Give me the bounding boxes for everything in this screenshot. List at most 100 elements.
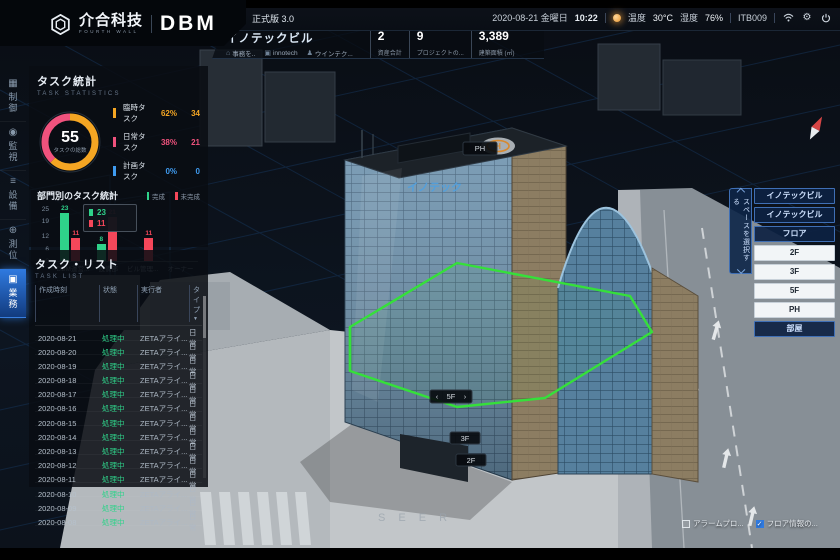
floor-tag-5f[interactable]: ‹ 5F › (430, 390, 472, 403)
cell-date: 2020-08-12 (35, 461, 99, 470)
overlay-toggle-label: フロア情報の... (767, 518, 818, 529)
floor-button-イノテックビル[interactable]: イノテックビル (754, 207, 835, 223)
table-row[interactable]: 2020-08-21処理中ZETAアライ...日常 (35, 327, 202, 341)
task-list-panel: タスク・リスト TASK LIST 作成時刻状態実行者タイプ ▼ 2020-08… (29, 250, 208, 487)
task-table-header: 作成時刻状態実行者タイプ ▼ (35, 285, 202, 326)
tooltip-value: 23 (97, 208, 106, 217)
cell-date: 2020-08-09 (35, 504, 99, 513)
letterbox (0, 548, 840, 560)
cell-status: 処理中 (99, 403, 137, 414)
column-header-作成時刻[interactable]: 作成時刻 (35, 285, 99, 322)
legend-row: 計画タスク0%0 (113, 160, 200, 182)
legend-count: 34 (182, 109, 200, 118)
building-tag-label: innotech (273, 50, 298, 57)
building-stats: 2資産合計9プロジェクトの...3,389建築面積 (㎡) (363, 30, 515, 58)
column-header-タイプ[interactable]: タイプ ▼ (189, 285, 202, 322)
building-title: イノテックビル (226, 30, 353, 46)
building-icon: ⌂ (226, 50, 230, 57)
building-tags: ⌂事務を.. ▣innotech ♟ウインテク... (226, 48, 353, 58)
cell-date: 2020-08-13 (35, 447, 99, 456)
version-label: 正式版 3.0 (252, 12, 294, 25)
cell-executor: ZETAアライ... (137, 517, 189, 528)
cell-status: 処理中 (99, 460, 137, 471)
sidebar-item-label: 設備 (7, 190, 20, 212)
legend-count: 21 (182, 138, 200, 147)
cell-date: 2020-08-19 (35, 362, 99, 371)
floor-button-部屋[interactable]: 部屋 (754, 321, 835, 337)
column-header-状態[interactable]: 状態 (99, 285, 137, 322)
date-label: 2020-08-21 金曜日 (492, 11, 568, 24)
brand-logo: 介合科技 FOURTH WALL DBM (50, 12, 217, 36)
cell-executor: ZETAアライ... (137, 446, 189, 457)
cell-status: 処理中 (99, 361, 137, 372)
building-stat-label: 資産合計 (378, 48, 402, 57)
building-stat-label: プロジェクトの... (417, 48, 464, 57)
dept-legend-item: 完成 (147, 191, 166, 201)
company-name: 介合科技 (79, 14, 143, 28)
y-axis-tick: 12 (37, 233, 49, 240)
legend-label: 計画タスク (123, 160, 148, 182)
bar-value-label: 8 (99, 236, 103, 243)
task-legend: 臨時タスク62%34日常タスク38%21計画タスク0%0 (113, 102, 200, 182)
building-tag: ♟ウインテク... (307, 48, 353, 58)
cell-executor: ZETAアライ... (137, 503, 189, 514)
column-header-実行者[interactable]: 実行者 (137, 285, 189, 322)
sidebar-item-監視[interactable]: ◉監視 (0, 122, 26, 171)
legend-label: 臨時タスク (123, 102, 148, 124)
floor-tag-ph[interactable]: PH (463, 142, 497, 155)
checked-checkbox-icon[interactable]: ✓ (756, 520, 764, 528)
product-name: DBM (160, 12, 217, 36)
svg-text:PH: PH (475, 144, 485, 153)
floor-button-2F[interactable]: 2F (754, 245, 835, 261)
svg-text:2F: 2F (467, 456, 476, 465)
gear-icon[interactable]: ⚙ (801, 12, 813, 24)
legend-percent: 38% (153, 138, 177, 147)
sort-icon: ▼ (193, 316, 198, 322)
building-tag: ⌂事務を.. (226, 48, 255, 58)
floor-tag-2f[interactable]: 2F (456, 454, 486, 466)
building-stat-label: 建築面積 (㎡) (479, 48, 515, 57)
list-icon: ≡ (10, 177, 16, 187)
floor-button-5F[interactable]: 5F (754, 283, 835, 299)
wifi-icon[interactable] (782, 12, 794, 24)
overlay-toggle-フロア情報の...[interactable]: ✓フロア情報の... (756, 518, 818, 529)
legend-percent: 0% (153, 167, 177, 176)
panel-title: タスク統計 (37, 73, 200, 89)
sidebar-item-測位[interactable]: ⊕測位 (0, 220, 26, 269)
locate-icon: ⊕ (9, 226, 17, 236)
building-tag: ▣innotech (264, 48, 297, 58)
dept-chart-legend: 完成未完成 (147, 191, 201, 201)
unchecked-checkbox-icon[interactable] (682, 520, 690, 528)
chart-tooltip: 2311 (83, 204, 137, 232)
cell-date: 2020-08-16 (35, 404, 99, 413)
legend-marker (113, 108, 116, 118)
space-selector-tab[interactable]: スペースを選択する (729, 188, 752, 274)
tooltip-row: 11 (89, 219, 131, 228)
cell-status: 処理中 (99, 375, 137, 386)
floor-button-フロア[interactable]: フロア (754, 226, 835, 242)
overlay-toggles: アラームプロ... ✓フロア情報の... (682, 518, 818, 529)
sidebar-item-設備[interactable]: ≡ 設備 (0, 171, 26, 220)
floor-button-3F[interactable]: 3F (754, 264, 835, 280)
overlay-toggle-アラームプロ...[interactable]: アラームプロ... (682, 518, 744, 529)
cell-status: 処理中 (99, 446, 137, 457)
bar-value-label: 11 (72, 230, 79, 237)
doc-icon: ▣ (264, 49, 271, 57)
floor-button-PH[interactable]: PH (754, 302, 835, 318)
cell-executor: ZETAアライ... (137, 418, 189, 429)
bar-value-label: 11 (145, 230, 152, 237)
tooltip-marker (89, 209, 93, 216)
floor-tag-3f[interactable]: 3F (450, 432, 480, 444)
dept-legend-label: 完成 (152, 191, 165, 201)
sidebar-item-業務[interactable]: ▣業務 (0, 269, 26, 318)
tooltip-marker (89, 220, 93, 227)
task-list-scrollbar[interactable] (203, 296, 206, 478)
space-selector-label: スペースを選択する (731, 198, 751, 265)
legend-marker (113, 166, 116, 176)
power-icon[interactable] (820, 12, 832, 24)
cell-executor: ZETAアライ... (137, 361, 189, 372)
floor-button-イノテックビル[interactable]: イノテックビル (754, 188, 835, 204)
temp-label: 温度 (628, 11, 646, 24)
legend-marker (175, 192, 178, 200)
sidebar-item-制御[interactable]: ▦制御 (0, 73, 26, 122)
